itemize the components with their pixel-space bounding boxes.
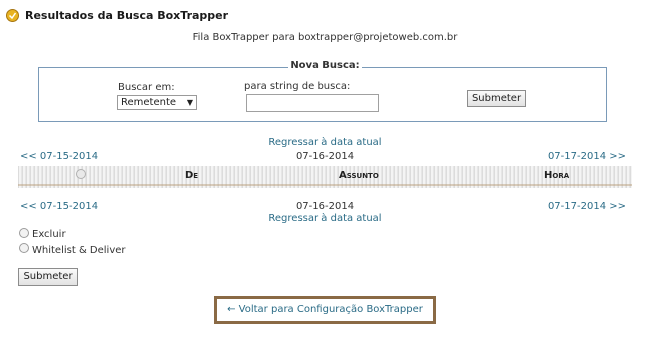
return-current-date-link-top: Regressar à data atual [0, 137, 650, 148]
queue-info: Fila BoxTrapper para boxtrapper@projetow… [192, 32, 458, 43]
return-current-date-link-bottom: Regressar à data atual [0, 213, 650, 224]
back-to-config-link[interactable]: ← Voltar para Configuração BoxTrapper [227, 304, 423, 315]
search-field-select-value: Remetente [121, 97, 177, 108]
delete-radio[interactable] [19, 228, 29, 238]
action-submit-button[interactable]: Submeter [18, 268, 78, 286]
column-header-subject[interactable]: Assunto [339, 170, 379, 181]
select-all-checkbox[interactable] [76, 169, 86, 179]
chevron-down-icon: ▼ [186, 98, 193, 107]
column-header-from[interactable]: De [185, 170, 198, 181]
search-field-select[interactable]: Remetente ▼ [117, 95, 197, 110]
return-current-date-link-top-text[interactable]: Regressar à data atual [268, 137, 381, 148]
column-header-time[interactable]: Hora [544, 170, 569, 181]
return-current-date-link-bottom-text[interactable]: Regressar à data atual [268, 213, 381, 224]
next-date-link-top[interactable]: 07-17-2014 >> [548, 151, 626, 162]
search-legend-text: Nova Busca: [288, 60, 362, 71]
search-legend: Nova Busca: [0, 60, 650, 71]
whitelist-deliver-radio[interactable] [19, 243, 29, 253]
search-field-label: Buscar em: [118, 82, 175, 93]
delete-radio-label: Excluir [32, 229, 66, 240]
header-divider [18, 184, 632, 186]
back-to-config-box: ← Voltar para Configuração BoxTrapper [214, 296, 436, 324]
results-table-header [18, 166, 632, 188]
whitelist-deliver-radio-label: Whitelist & Deliver [32, 245, 126, 256]
search-submit-button[interactable]: Submeter [467, 90, 526, 107]
page-title: Resultados da Busca BoxTrapper [25, 9, 229, 22]
next-date-link-bottom[interactable]: 07-17-2014 >> [548, 201, 626, 212]
search-string-input[interactable] [246, 94, 379, 112]
boxtrapper-icon [6, 9, 19, 22]
search-string-label: para string de busca: [244, 81, 351, 92]
